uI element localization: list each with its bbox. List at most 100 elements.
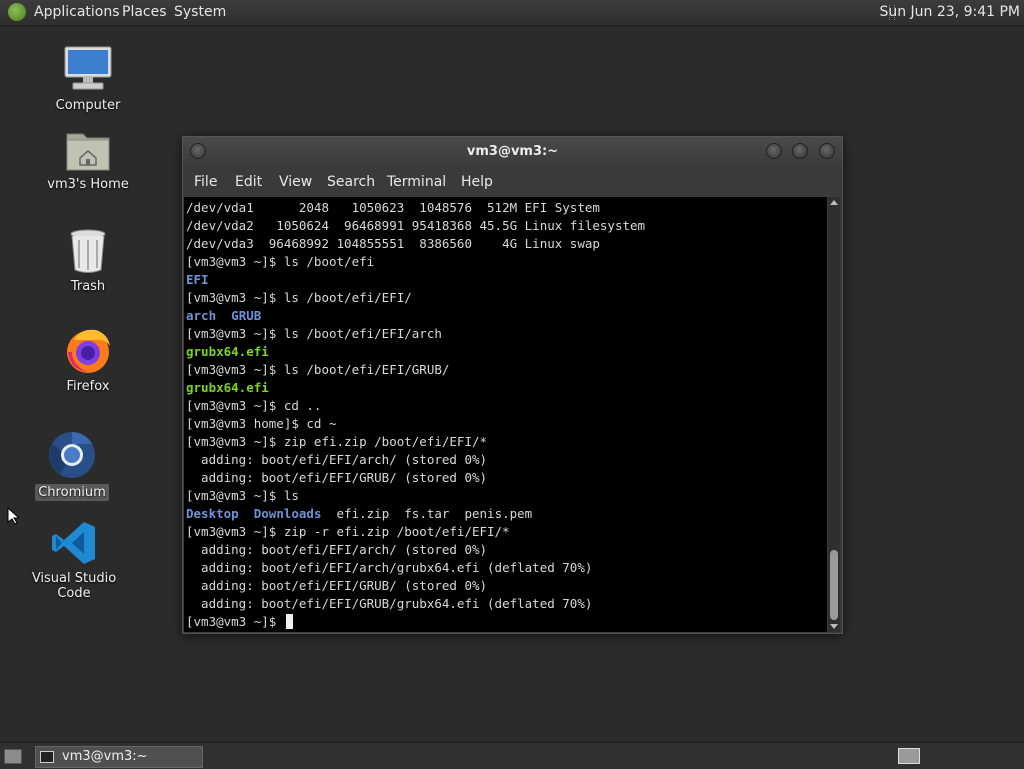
file-name: grubx64.efi [186, 380, 269, 395]
computer-icon [63, 45, 113, 93]
scroll-down-arrow-icon[interactable] [830, 624, 838, 629]
terminal-line: EFI [186, 271, 645, 289]
applications-menu[interactable]: Applications [34, 3, 120, 22]
minimize-icon[interactable] [766, 143, 782, 159]
maximize-icon[interactable] [792, 143, 808, 159]
terminal-scrollbar[interactable] [828, 197, 840, 632]
terminal-line: grubx64.efi [186, 379, 645, 397]
home-folder-icon [65, 128, 111, 172]
terminal-line: [vm3@vm3 ~]$ zip -r efi.zip /boot/efi/EF… [186, 523, 645, 541]
top-panel: Applications Places System Sun Jun 23, 9… [0, 0, 1024, 26]
terminal-menubar: File Edit View Search Terminal Help [183, 168, 842, 196]
close-icon[interactable] [819, 143, 835, 159]
taskbar-button-terminal[interactable]: vm3@vm3:~ [35, 746, 203, 768]
terminal-line: [vm3@vm3 home]$ cd ~ [186, 415, 645, 433]
terminal-text: /dev/vda2 1050624 96468991 95418368 45.5… [186, 218, 646, 233]
scroll-thumb[interactable] [830, 550, 838, 620]
vscode-icon [51, 520, 97, 566]
menu-help[interactable]: Help [461, 174, 493, 190]
terminal-line: Desktop Downloads efi.zip fs.tar penis.p… [186, 505, 645, 523]
places-menu[interactable]: Places [122, 3, 167, 22]
terminal-line: [vm3@vm3 ~]$ cd .. [186, 397, 645, 415]
terminal-text: [vm3@vm3 ~]$ zip -r efi.zip /boot/efi/EF… [186, 524, 510, 539]
terminal-line: [vm3@vm3 ~]$ [186, 613, 645, 631]
terminal-line: adding: boot/efi/EFI/GRUB/ (stored 0%) [186, 577, 645, 595]
terminal-cursor [285, 614, 293, 629]
desktop-icon-firefox[interactable]: Firefox [28, 326, 148, 395]
show-desktop-icon[interactable] [4, 749, 22, 764]
menu-file[interactable]: File [194, 174, 217, 190]
menu-search[interactable]: Search [327, 174, 375, 190]
bottom-panel: vm3@vm3:~ [0, 742, 1024, 769]
desktop-icon-label: vm3's Home [47, 177, 129, 192]
terminal-line: arch GRUB [186, 307, 645, 325]
mouse-pointer-icon [7, 506, 21, 529]
system-menu[interactable]: System [174, 3, 226, 22]
desktop-icon-label: Computer [55, 98, 121, 113]
directory-name: GRUB [231, 308, 262, 323]
terminal-text: [vm3@vm3 ~]$ ls /boot/efi [186, 254, 375, 269]
terminal-text: [vm3@vm3 ~]$ ls /boot/efi/EFI/GRUB/ [186, 362, 450, 377]
terminal-line: adding: boot/efi/EFI/arch/grubx64.efi (d… [186, 559, 645, 577]
taskbar-label: vm3@vm3:~ [62, 749, 148, 764]
terminal-text: [vm3@vm3 ~]$ [186, 614, 284, 629]
terminal-line: /dev/vda3 96468992 104855551 8386560 4G … [186, 235, 645, 253]
scroll-up-arrow-icon[interactable] [830, 200, 838, 205]
terminal-output[interactable]: /dev/vda1 2048 1050623 1048576 512M EFI … [184, 197, 827, 632]
desktop-icon-vscode[interactable]: Visual Studio Code [14, 520, 134, 602]
terminal-line: [vm3@vm3 ~]$ ls [186, 487, 645, 505]
desktop-icon-home[interactable]: vm3's Home [28, 128, 148, 193]
terminal-text: [vm3@vm3 ~]$ ls /boot/efi/EFI/arch [186, 326, 442, 341]
terminal-text: /dev/vda1 2048 1050623 1048576 512M EFI … [186, 200, 600, 215]
terminal-lines: /dev/vda1 2048 1050623 1048576 512M EFI … [186, 199, 645, 631]
terminal-text: adding: boot/efi/EFI/GRUB/ (stored 0%) [186, 578, 488, 593]
terminal-line: [vm3@vm3 ~]$ ls /boot/efi [186, 253, 645, 271]
desktop-icon-label: Chromium [35, 484, 109, 501]
terminal-text: [vm3@vm3 ~]$ zip efi.zip /boot/efi/EFI/* [186, 434, 488, 449]
desktop-icon-computer[interactable]: Computer [28, 45, 148, 114]
terminal-window[interactable]: vm3@vm3:~ File Edit View Search Terminal… [182, 136, 843, 634]
terminal-text: /dev/vda3 96468992 104855551 8386560 4G … [186, 236, 600, 251]
terminal-line: adding: boot/efi/EFI/arch/ (stored 0%) [186, 541, 645, 559]
mate-logo-icon[interactable] [8, 3, 26, 21]
terminal-text: adding: boot/efi/EFI/arch/ (stored 0%) [186, 542, 488, 557]
file-name: grubx64.efi [186, 344, 269, 359]
directory-name: Downloads [253, 506, 322, 521]
clock[interactable]: Sun Jun 23, 9:41 PM [879, 3, 1020, 22]
window-titlebar[interactable]: vm3@vm3:~ [183, 137, 842, 167]
menu-edit[interactable]: Edit [235, 174, 262, 190]
workspace-switcher[interactable] [898, 748, 920, 764]
terminal-text: adding: boot/efi/EFI/GRUB/grubx64.efi (d… [186, 596, 593, 611]
terminal-line: [vm3@vm3 ~]$ ls /boot/efi/EFI/GRUB/ [186, 361, 645, 379]
terminal-icon [40, 751, 54, 763]
terminal-line: [vm3@vm3 ~]$ ls /boot/efi/EFI/arch [186, 325, 645, 343]
terminal-line: adding: boot/efi/EFI/GRUB/grubx64.efi (d… [186, 595, 645, 613]
terminal-line: adding: boot/efi/EFI/arch/ (stored 0%) [186, 451, 645, 469]
terminal-line: /dev/vda1 2048 1050623 1048576 512M EFI … [186, 199, 645, 217]
terminal-line: /dev/vda2 1050624 96468991 95418368 45.5… [186, 217, 645, 235]
directory-name: Desktop [186, 506, 239, 521]
terminal-text: [vm3@vm3 ~]$ ls /boot/efi/EFI/ [186, 290, 412, 305]
directory-name: EFI [186, 272, 209, 287]
chromium-icon [47, 430, 97, 480]
desktop-icon-chromium[interactable]: Chromium [12, 430, 132, 501]
trash-icon [68, 228, 108, 274]
firefox-icon [64, 326, 112, 374]
desktop-icon-label: Trash [70, 279, 106, 294]
terminal-line: adding: boot/efi/EFI/GRUB/ (stored 0%) [186, 469, 645, 487]
terminal-text: adding: boot/efi/EFI/arch/ (stored 0%) [186, 452, 488, 467]
desktop-icon-trash[interactable]: Trash [28, 228, 148, 295]
terminal-line: [vm3@vm3 ~]$ zip efi.zip /boot/efi/EFI/* [186, 433, 645, 451]
terminal-text: [vm3@vm3 ~]$ cd .. [186, 398, 322, 413]
desktop-icon-label: Visual Studio Code [31, 571, 117, 601]
menu-terminal[interactable]: Terminal [387, 174, 446, 190]
terminal-line: grubx64.efi [186, 343, 645, 361]
terminal-text: efi.zip fs.tar penis.pem [321, 506, 533, 521]
directory-name: arch [186, 308, 217, 323]
terminal-text: adding: boot/efi/EFI/GRUB/ (stored 0%) [186, 470, 488, 485]
terminal-text: [vm3@vm3 ~]$ ls [186, 488, 299, 503]
terminal-line: [vm3@vm3 ~]$ ls /boot/efi/EFI/ [186, 289, 645, 307]
menu-view[interactable]: View [279, 174, 312, 190]
